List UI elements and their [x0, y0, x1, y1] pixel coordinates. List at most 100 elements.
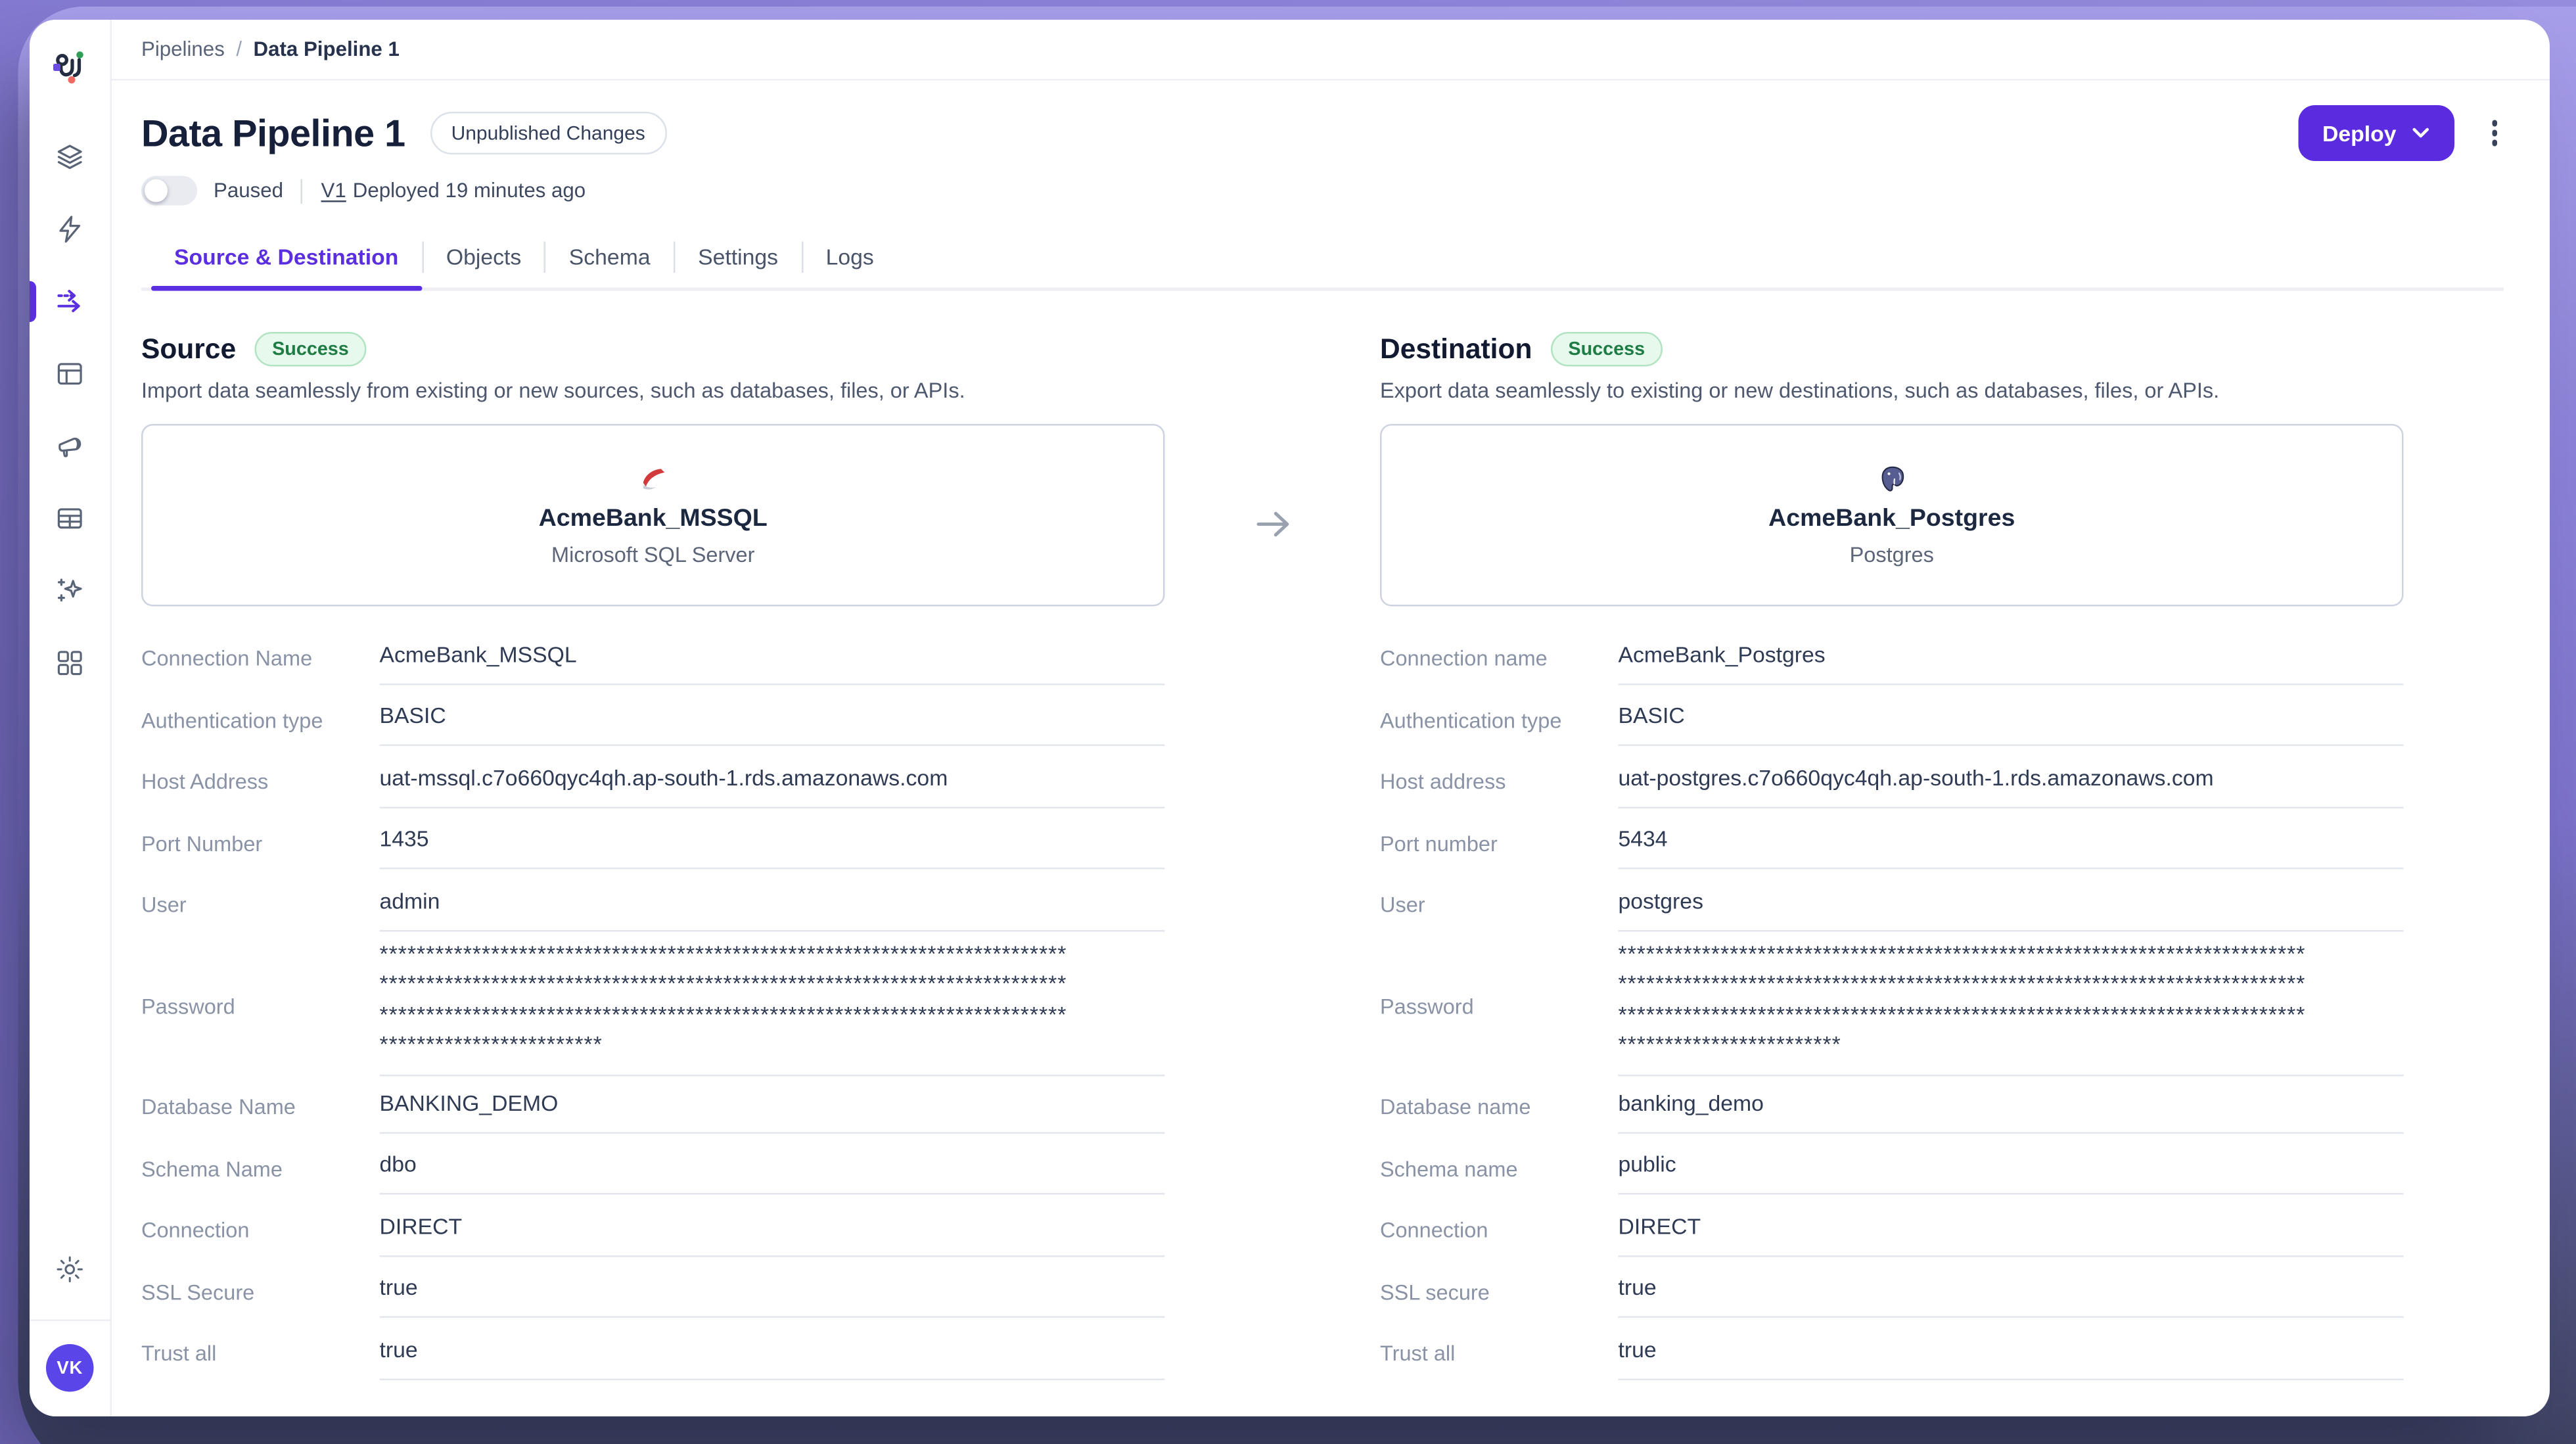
destination-field-value[interactable]: BASIC [1618, 694, 2404, 747]
sidebar-item-settings[interactable] [55, 1254, 86, 1293]
breadcrumb-root[interactable]: Pipelines [141, 38, 225, 61]
destination-field-value[interactable]: banking_demo [1618, 1081, 2404, 1134]
destination-field-label: Password [1380, 993, 1474, 1019]
destination-field-row: Connection DIRECT [1380, 1199, 2404, 1261]
destination-field-label: Authentication type [1380, 707, 1562, 733]
destination-status-badge: Success [1550, 332, 1663, 367]
destination-field-label: Trust all [1380, 1341, 1456, 1366]
source-field-label: Authentication type [141, 707, 323, 733]
source-connector-type: Microsoft SQL Server [551, 542, 755, 567]
megaphone-icon [58, 436, 81, 457]
source-field-value[interactable]: uat-mssql.c7o660qyc4qh.ap-south-1.rds.am… [379, 755, 1165, 808]
destination-field-value[interactable]: public [1618, 1142, 2404, 1195]
destination-field-label: Connection name [1380, 646, 1548, 671]
source-connection-name: AcmeBank_MSSQL [538, 504, 768, 533]
destination-heading: Destination [1380, 333, 1532, 364]
destination-field-row: Connection name AcmeBank_Postgres [1380, 628, 2404, 689]
main-area: Pipelines / Data Pipeline 1 Data Pipelin… [112, 20, 2550, 1416]
destination-field-value[interactable]: 5434 [1618, 817, 2404, 870]
tab-source-destination[interactable]: Source & Destination [151, 227, 421, 291]
source-field-value[interactable]: AcmeBank_MSSQL [379, 632, 1165, 685]
destination-field-value[interactable]: uat-postgres.c7o660qyc4qh.ap-south-1.rds… [1618, 755, 2404, 808]
sidebar-item-bolt[interactable] [53, 212, 86, 245]
status-divider [301, 178, 304, 203]
sidebar-item-pipelines[interactable] [53, 285, 86, 317]
bolt-icon [59, 215, 81, 242]
source-description: Import data seamlessly from existing or … [141, 378, 965, 403]
app-logo-icon[interactable] [50, 48, 89, 87]
source-field-value[interactable]: dbo [379, 1142, 1165, 1195]
deployed-text: Deployed 19 minutes ago [352, 179, 586, 202]
source-field-row: User admin [141, 874, 1165, 936]
destination-field-value[interactable]: AcmeBank_Postgres [1618, 632, 2404, 685]
pipeline-arrows-icon [57, 289, 80, 312]
tab-logs[interactable]: Logs [803, 227, 897, 288]
source-field-row: Host Address uat-mssql.c7o660qyc4qh.ap-so… [141, 751, 1165, 813]
destination-description: Export data seamlessly to existing or ne… [1380, 378, 2220, 403]
version-link[interactable]: V1 [321, 179, 346, 202]
destination-connection-name: AcmeBank_Postgres [1768, 504, 2015, 533]
sidebar-item-layers[interactable] [53, 140, 86, 173]
breadcrumb: Pipelines / Data Pipeline 1 [112, 20, 2550, 81]
flow-arrow-icon [1256, 511, 1288, 537]
source-field-value[interactable]: true [379, 1265, 1165, 1318]
password-masked-line: ****************************************… [379, 971, 1067, 996]
content: Source Success Import data seamlessly fr… [112, 291, 2550, 1417]
source-field-value[interactable]: ****************************************… [379, 936, 1165, 1077]
sidebar-item-ai[interactable] [53, 574, 86, 607]
source-field-row: Connection DIRECT [141, 1199, 1165, 1261]
source-connector-card[interactable]: AcmeBank_MSSQL Microsoft SQL Server [141, 424, 1165, 607]
sidebar-item-tables[interactable] [53, 501, 86, 534]
tab-schema[interactable]: Schema [546, 227, 674, 288]
source-field-label: Port Number [141, 831, 263, 856]
destination-field-row: SSL secure true [1380, 1261, 2404, 1322]
paused-toggle[interactable] [141, 175, 197, 206]
breadcrumb-separator: / [236, 37, 242, 61]
source-field-value[interactable]: true [379, 1327, 1165, 1380]
source-heading: Source [141, 333, 237, 364]
source-field-value[interactable]: BANKING_DEMO [379, 1081, 1165, 1134]
destination-field-value[interactable]: true [1618, 1265, 2404, 1318]
source-field-label: User [141, 893, 187, 918]
destination-connector-card[interactable]: AcmeBank_Postgres Postgres [1380, 424, 2404, 607]
tab-settings[interactable]: Settings [675, 227, 801, 288]
password-masked-line: ****************************************… [1618, 1002, 2306, 1027]
destination-field-row: User postgres [1380, 874, 2404, 936]
password-masked-line: ****************************************… [1618, 971, 2306, 996]
source-field-value[interactable]: 1435 [379, 817, 1165, 870]
layers-icon [57, 144, 82, 168]
sidebar-item-apps[interactable] [53, 646, 86, 679]
source-field-row: Password ********************************… [141, 936, 1165, 1077]
destination-field-value[interactable]: DIRECT [1618, 1204, 2404, 1257]
destination-field-value[interactable]: true [1618, 1327, 2404, 1380]
more-options-menu[interactable] [2485, 114, 2504, 152]
sidebar: VK [30, 20, 112, 1416]
source-field-row: SSL Secure true [141, 1261, 1165, 1322]
destination-field-value[interactable]: postgres [1618, 879, 2404, 931]
source-field-value[interactable]: BASIC [379, 694, 1165, 747]
user-avatar[interactable]: VK [46, 1344, 94, 1392]
deploy-button[interactable]: Deploy [2297, 105, 2454, 161]
destination-field-row: Password ********************************… [1380, 936, 2404, 1077]
source-field-row: Port Number 1435 [141, 812, 1165, 874]
unpublished-changes-badge: Unpublished Changes [430, 112, 667, 154]
source-field-label: Connection Name [141, 646, 313, 671]
source-field-label: SSL Secure [141, 1279, 255, 1305]
destination-field-label: SSL secure [1380, 1279, 1490, 1305]
page-title: Data Pipeline 1 [141, 110, 405, 154]
source-field-value[interactable]: DIRECT [379, 1204, 1165, 1257]
destination-field-value[interactable]: ****************************************… [1618, 936, 2404, 1077]
destination-field-label: Host address [1380, 769, 1506, 795]
source-field-row: Schema Name dbo [141, 1138, 1165, 1199]
source-field-value[interactable]: admin [379, 879, 1165, 931]
password-masked-line: ****************************************… [1618, 941, 2306, 966]
sidebar-item-announcements[interactable] [53, 429, 86, 462]
mssql-icon [642, 469, 664, 490]
source-field-row: Authentication type BASIC [141, 689, 1165, 751]
paused-label: Paused [214, 179, 284, 202]
password-masked-line: ****************************************… [379, 1002, 1067, 1027]
breadcrumb-current: Data Pipeline 1 [253, 37, 400, 61]
destination-fields: Connection name AcmeBank_Postgres Authenti… [1380, 628, 2404, 1384]
sidebar-item-dashboard[interactable] [53, 357, 86, 390]
tab-objects[interactable]: Objects [423, 227, 544, 288]
